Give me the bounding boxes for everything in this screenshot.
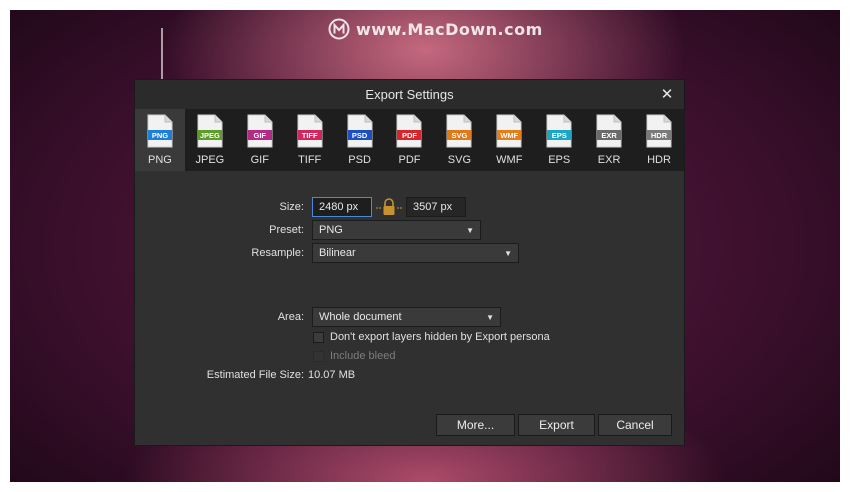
format-hdr-button[interactable]: HDR HDR [634, 109, 684, 171]
format-badge: HDR [647, 130, 672, 140]
preset-label: Preset: [269, 224, 304, 236]
format-badge: WMF [497, 130, 522, 140]
dialog-titlebar: Export Settings ✕ [135, 80, 684, 109]
aspect-lock-icon[interactable] [376, 197, 402, 217]
format-label: PSD [348, 154, 371, 166]
format-label: SVG [447, 154, 471, 166]
export-button[interactable]: Export [518, 414, 595, 436]
format-badge: PSD [347, 130, 372, 140]
format-label: TIFF [298, 154, 322, 166]
hidden-layers-label[interactable]: Don't export layers hidden by Export per… [330, 331, 550, 343]
chevron-down-icon: ▼ [504, 248, 512, 258]
format-badge: TIFF [297, 130, 322, 140]
file-eps-icon: EPS [546, 114, 572, 148]
format-badge: EXR [597, 130, 622, 140]
format-label: PDF [398, 154, 421, 166]
hidden-layers-option: Don't export layers hidden by Export per… [313, 330, 550, 344]
close-icon: ✕ [660, 86, 674, 103]
hidden-layers-checkbox[interactable] [313, 331, 324, 343]
format-label: PNG [148, 154, 172, 166]
format-label: GIF [250, 154, 269, 166]
format-label: EXR [597, 154, 621, 166]
area-row: Area: Whole document ▼ [135, 307, 501, 327]
file-exr-icon: EXR [596, 114, 622, 148]
chevron-down-icon: ▼ [486, 312, 494, 322]
format-toolbar: PNG PNG JPEG JPEG GIF GIF TIFF TIFF PSD PSD PDF PDF… [135, 109, 684, 171]
watermark: www.MacDown.com [328, 18, 543, 40]
format-badge: PDF [397, 130, 422, 140]
format-pdf-button[interactable]: PDF PDF [385, 109, 435, 171]
format-png-button[interactable]: PNG PNG [135, 109, 185, 171]
export-settings-dialog: Export Settings ✕ PNG PNG JPEG JPEG GIF GIF TI… [134, 79, 685, 446]
format-gif-button[interactable]: GIF GIF [235, 109, 285, 171]
file-wmf-icon: WMF [496, 114, 522, 148]
format-label: EPS [548, 154, 571, 166]
preset-row: Preset: PNG ▼ [135, 220, 481, 240]
include-bleed-checkbox[interactable] [313, 350, 324, 362]
area-select[interactable]: Whole document ▼ [312, 307, 501, 327]
file-hdr-icon: HDR [646, 114, 672, 148]
resample-row: Resample: Bilinear ▼ [135, 243, 519, 263]
file-size-label: Estimated File Size: [206, 369, 304, 381]
format-exr-button[interactable]: EXR EXR [584, 109, 634, 171]
file-gif-icon: GIF [247, 114, 273, 148]
resample-label: Resample: [251, 247, 304, 259]
file-pdf-icon: PDF [396, 114, 422, 148]
format-eps-button[interactable]: EPS EPS [534, 109, 584, 171]
format-badge: PNG [147, 130, 172, 140]
size-label: Size: [279, 201, 304, 213]
format-label: JPEG [195, 154, 225, 166]
file-tiff-icon: TIFF [297, 114, 323, 148]
format-wmf-button[interactable]: WMF WMF [484, 109, 534, 171]
cancel-button[interactable]: Cancel [598, 414, 672, 436]
dialog-title: Export Settings [365, 87, 454, 102]
more-button[interactable]: More... [436, 414, 515, 436]
include-bleed-label[interactable]: Include bleed [330, 350, 395, 362]
resample-value: Bilinear [319, 247, 356, 259]
include-bleed-option: Include bleed [313, 349, 395, 363]
area-label: Area: [277, 311, 304, 323]
size-row: Size: 2480 px 3507 px [135, 197, 466, 217]
file-size-row: Estimated File Size: 10.07 MB [135, 368, 355, 382]
file-png-icon: PNG [147, 114, 173, 148]
format-label: HDR [647, 154, 671, 166]
format-tiff-button[interactable]: TIFF TIFF [285, 109, 335, 171]
file-psd-icon: PSD [347, 114, 373, 148]
format-badge: GIF [247, 130, 272, 140]
file-size-value: 10.07 MB [308, 369, 356, 381]
format-label: WMF [496, 154, 523, 166]
preset-select[interactable]: PNG ▼ [312, 220, 481, 240]
watermark-text: www.MacDown.com [356, 19, 543, 39]
height-input[interactable]: 3507 px [406, 197, 466, 217]
resample-select[interactable]: Bilinear ▼ [312, 243, 519, 263]
preset-value: PNG [319, 224, 343, 236]
area-value: Whole document [319, 311, 402, 323]
file-jpeg-icon: JPEG [197, 114, 223, 148]
macdown-logo-icon [328, 18, 350, 40]
file-svg-icon: SVG [446, 114, 472, 148]
format-psd-button[interactable]: PSD PSD [335, 109, 385, 171]
format-badge: EPS [547, 130, 572, 140]
width-input[interactable]: 2480 px [312, 197, 372, 217]
format-svg-button[interactable]: SVG SVG [434, 109, 484, 171]
close-button[interactable]: ✕ [658, 85, 676, 103]
chevron-down-icon: ▼ [466, 225, 474, 235]
format-badge: JPEG [197, 130, 222, 140]
format-jpeg-button[interactable]: JPEG JPEG [185, 109, 235, 171]
format-badge: SVG [447, 130, 472, 140]
